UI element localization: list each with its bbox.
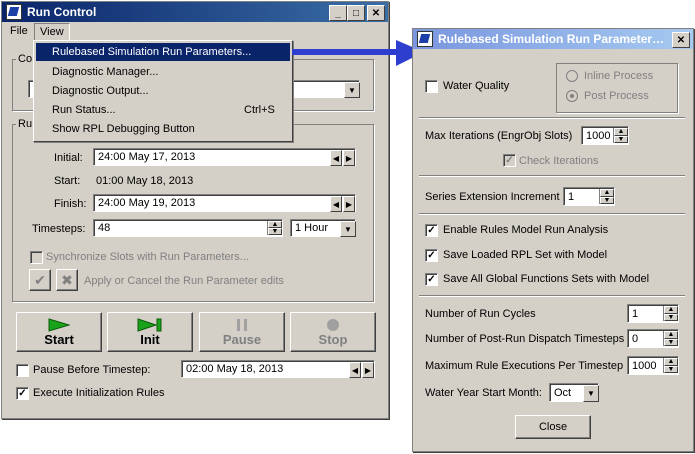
timestep-unit-dropdown[interactable]: ▼	[340, 221, 356, 237]
series-extension-label: Series Extension Increment	[425, 191, 560, 203]
pause-before-field[interactable]: 02:00 May 18, 2013	[181, 360, 375, 378]
water-quality-label: Water Quality	[443, 80, 510, 92]
rb-params-titlebar[interactable]: Rulebased Simulation Run Parameters... ✕	[413, 29, 693, 49]
cancel-edits-button[interactable]: ✖	[56, 269, 78, 291]
start-value: 01:00 May 18, 2013	[96, 175, 194, 187]
pause-before-label: Pause Before Timestep:	[33, 364, 151, 376]
separator	[419, 295, 685, 297]
controller-group-label: Co	[16, 53, 35, 65]
max-iterations-spinner[interactable]: ▲ ▼	[613, 128, 628, 143]
save-rpl-set-label: Save Loaded RPL Set with Model	[443, 249, 608, 261]
save-global-functions-label: Save All Global Functions Sets with Mode…	[443, 273, 650, 285]
apply-cancel-label: Apply or Cancel the Run Parameter edits	[84, 275, 284, 287]
max-iterations-label: Max Iterations (EngrObj Slots)	[425, 130, 573, 142]
sync-slots-checkbox[interactable]	[30, 251, 43, 264]
close-button[interactable]: ✕	[367, 5, 385, 21]
menu-item-shortcut: Ctrl+S	[244, 104, 275, 116]
menu-item-show-rpl-debug[interactable]: Show RPL Debugging Button	[36, 120, 290, 138]
pause-button[interactable]: Pause	[199, 312, 285, 352]
exec-init-rules-label: Execute Initialization Rules	[33, 387, 165, 399]
run-cycles-label: Number of Run Cycles	[425, 308, 536, 320]
run-parameters-group-label: Ru	[16, 118, 35, 130]
callout-arrow-menu	[292, 40, 424, 66]
pause-before-checkbox[interactable]	[16, 364, 29, 377]
rb-params-title: Rulebased Simulation Run Parameters...	[438, 32, 668, 46]
series-extension-spinner[interactable]: ▲ ▼	[599, 189, 614, 204]
start-button[interactable]: Start	[16, 312, 102, 352]
menu-item-diagnostic-manager[interactable]: Diagnostic Manager...	[36, 63, 290, 81]
check-iterations-checkbox[interactable]: ✓	[503, 154, 516, 167]
start-label: Start:	[54, 175, 81, 187]
maximize-button[interactable]: □	[347, 5, 365, 21]
menu-item-label: Rulebased Simulation Run Parameters...	[52, 46, 252, 58]
water-year-label: Water Year Start Month:	[425, 387, 542, 399]
menu-item-run-status[interactable]: Run Status... Ctrl+S	[36, 101, 290, 119]
stop-icon	[327, 318, 339, 331]
close-button[interactable]: ✕	[672, 32, 690, 48]
initial-prev-arrow[interactable]: ◀	[330, 150, 342, 166]
check-iterations-label: Check Iterations	[519, 155, 599, 167]
riverware-logo-icon	[417, 31, 433, 47]
separator	[419, 117, 685, 119]
menu-item-label: Show RPL Debugging Button	[52, 123, 195, 135]
inline-process-label: Inline Process	[584, 70, 654, 82]
menu-item-label: Diagnostic Manager...	[52, 66, 159, 78]
menu-view[interactable]: View	[34, 23, 70, 41]
water-year-dropdown[interactable]: ▼	[583, 385, 599, 402]
initial-field[interactable]: 24:00 May 17, 2013	[93, 148, 356, 166]
apply-button[interactable]: ✔	[29, 269, 51, 291]
init-icon	[137, 317, 162, 332]
post-run-dispatch-label: Number of Post-Run Dispatch Timesteps	[425, 333, 625, 345]
exec-init-rules-checkbox[interactable]: ✓	[16, 387, 29, 400]
post-process-label: Post Process	[584, 90, 649, 102]
stop-button[interactable]: Stop	[290, 312, 376, 352]
rb-params-window: Rulebased Simulation Run Parameters... ✕…	[412, 28, 694, 452]
init-button-label: Init	[140, 331, 160, 347]
sync-slots-label: Synchronize Slots with Run Parameters...	[46, 251, 249, 263]
minimize-button[interactable]: _	[329, 5, 347, 21]
water-quality-checkbox[interactable]	[425, 80, 438, 93]
pause-before-prev-arrow[interactable]: ◀	[349, 362, 361, 378]
pause-icon	[237, 318, 247, 331]
run-control-titlebar[interactable]: Run Control _ □ ✕	[2, 2, 388, 22]
inline-process-radio[interactable]	[566, 70, 578, 82]
close-dialog-label: Close	[538, 421, 568, 433]
initial-label: Initial:	[54, 152, 83, 164]
separator	[419, 175, 685, 177]
max-rule-executions-label: Maximum Rule Executions Per Timestep	[425, 360, 624, 372]
post-process-radio[interactable]	[566, 90, 578, 102]
pause-button-label: Pause	[222, 331, 262, 347]
menu-item-label: Run Status...	[52, 104, 116, 116]
separator	[419, 213, 685, 215]
menu-file[interactable]: File	[10, 25, 28, 37]
max-rule-executions-spinner[interactable]: ▲ ▼	[663, 358, 678, 373]
initial-next-arrow[interactable]: ▶	[343, 150, 355, 166]
riverware-logo-icon	[6, 4, 22, 20]
run-cycles-spinner[interactable]: ▲ ▼	[663, 306, 678, 321]
save-global-functions-checkbox[interactable]: ✓	[425, 273, 438, 286]
finish-prev-arrow[interactable]: ◀	[330, 196, 342, 212]
save-rpl-set-checkbox[interactable]: ✓	[425, 249, 438, 262]
start-icon	[48, 317, 70, 332]
run-control-title: Run Control	[27, 5, 97, 19]
close-dialog-button[interactable]: Close	[515, 415, 591, 439]
stop-button-label: Stop	[318, 331, 348, 347]
menu-item-rulebased-params[interactable]: Rulebased Simulation Run Parameters...	[36, 43, 290, 61]
finish-next-arrow[interactable]: ▶	[343, 196, 355, 212]
view-menu-dropdown: Rulebased Simulation Run Parameters... D…	[33, 40, 293, 142]
start-button-label: Start	[44, 331, 74, 347]
enable-rules-analysis-checkbox[interactable]: ✓	[425, 224, 438, 237]
timesteps-field[interactable]: 48	[93, 219, 283, 237]
timesteps-label: Timesteps:	[32, 223, 86, 235]
enable-rules-analysis-label: Enable Rules Model Run Analysis	[443, 224, 609, 236]
init-button[interactable]: Init	[107, 312, 193, 352]
post-run-dispatch-spinner[interactable]: ▲ ▼	[663, 331, 678, 346]
timesteps-spinner[interactable]: ▲ ▼	[267, 221, 282, 235]
menu-item-label: Diagnostic Output...	[52, 85, 149, 97]
finish-label: Finish:	[54, 198, 87, 210]
controller-dropdown-button[interactable]: ▼	[344, 82, 360, 98]
menu-item-diagnostic-output[interactable]: Diagnostic Output...	[36, 82, 290, 100]
pause-before-next-arrow[interactable]: ▶	[362, 362, 374, 378]
finish-field[interactable]: 24:00 May 19, 2013	[93, 194, 356, 212]
